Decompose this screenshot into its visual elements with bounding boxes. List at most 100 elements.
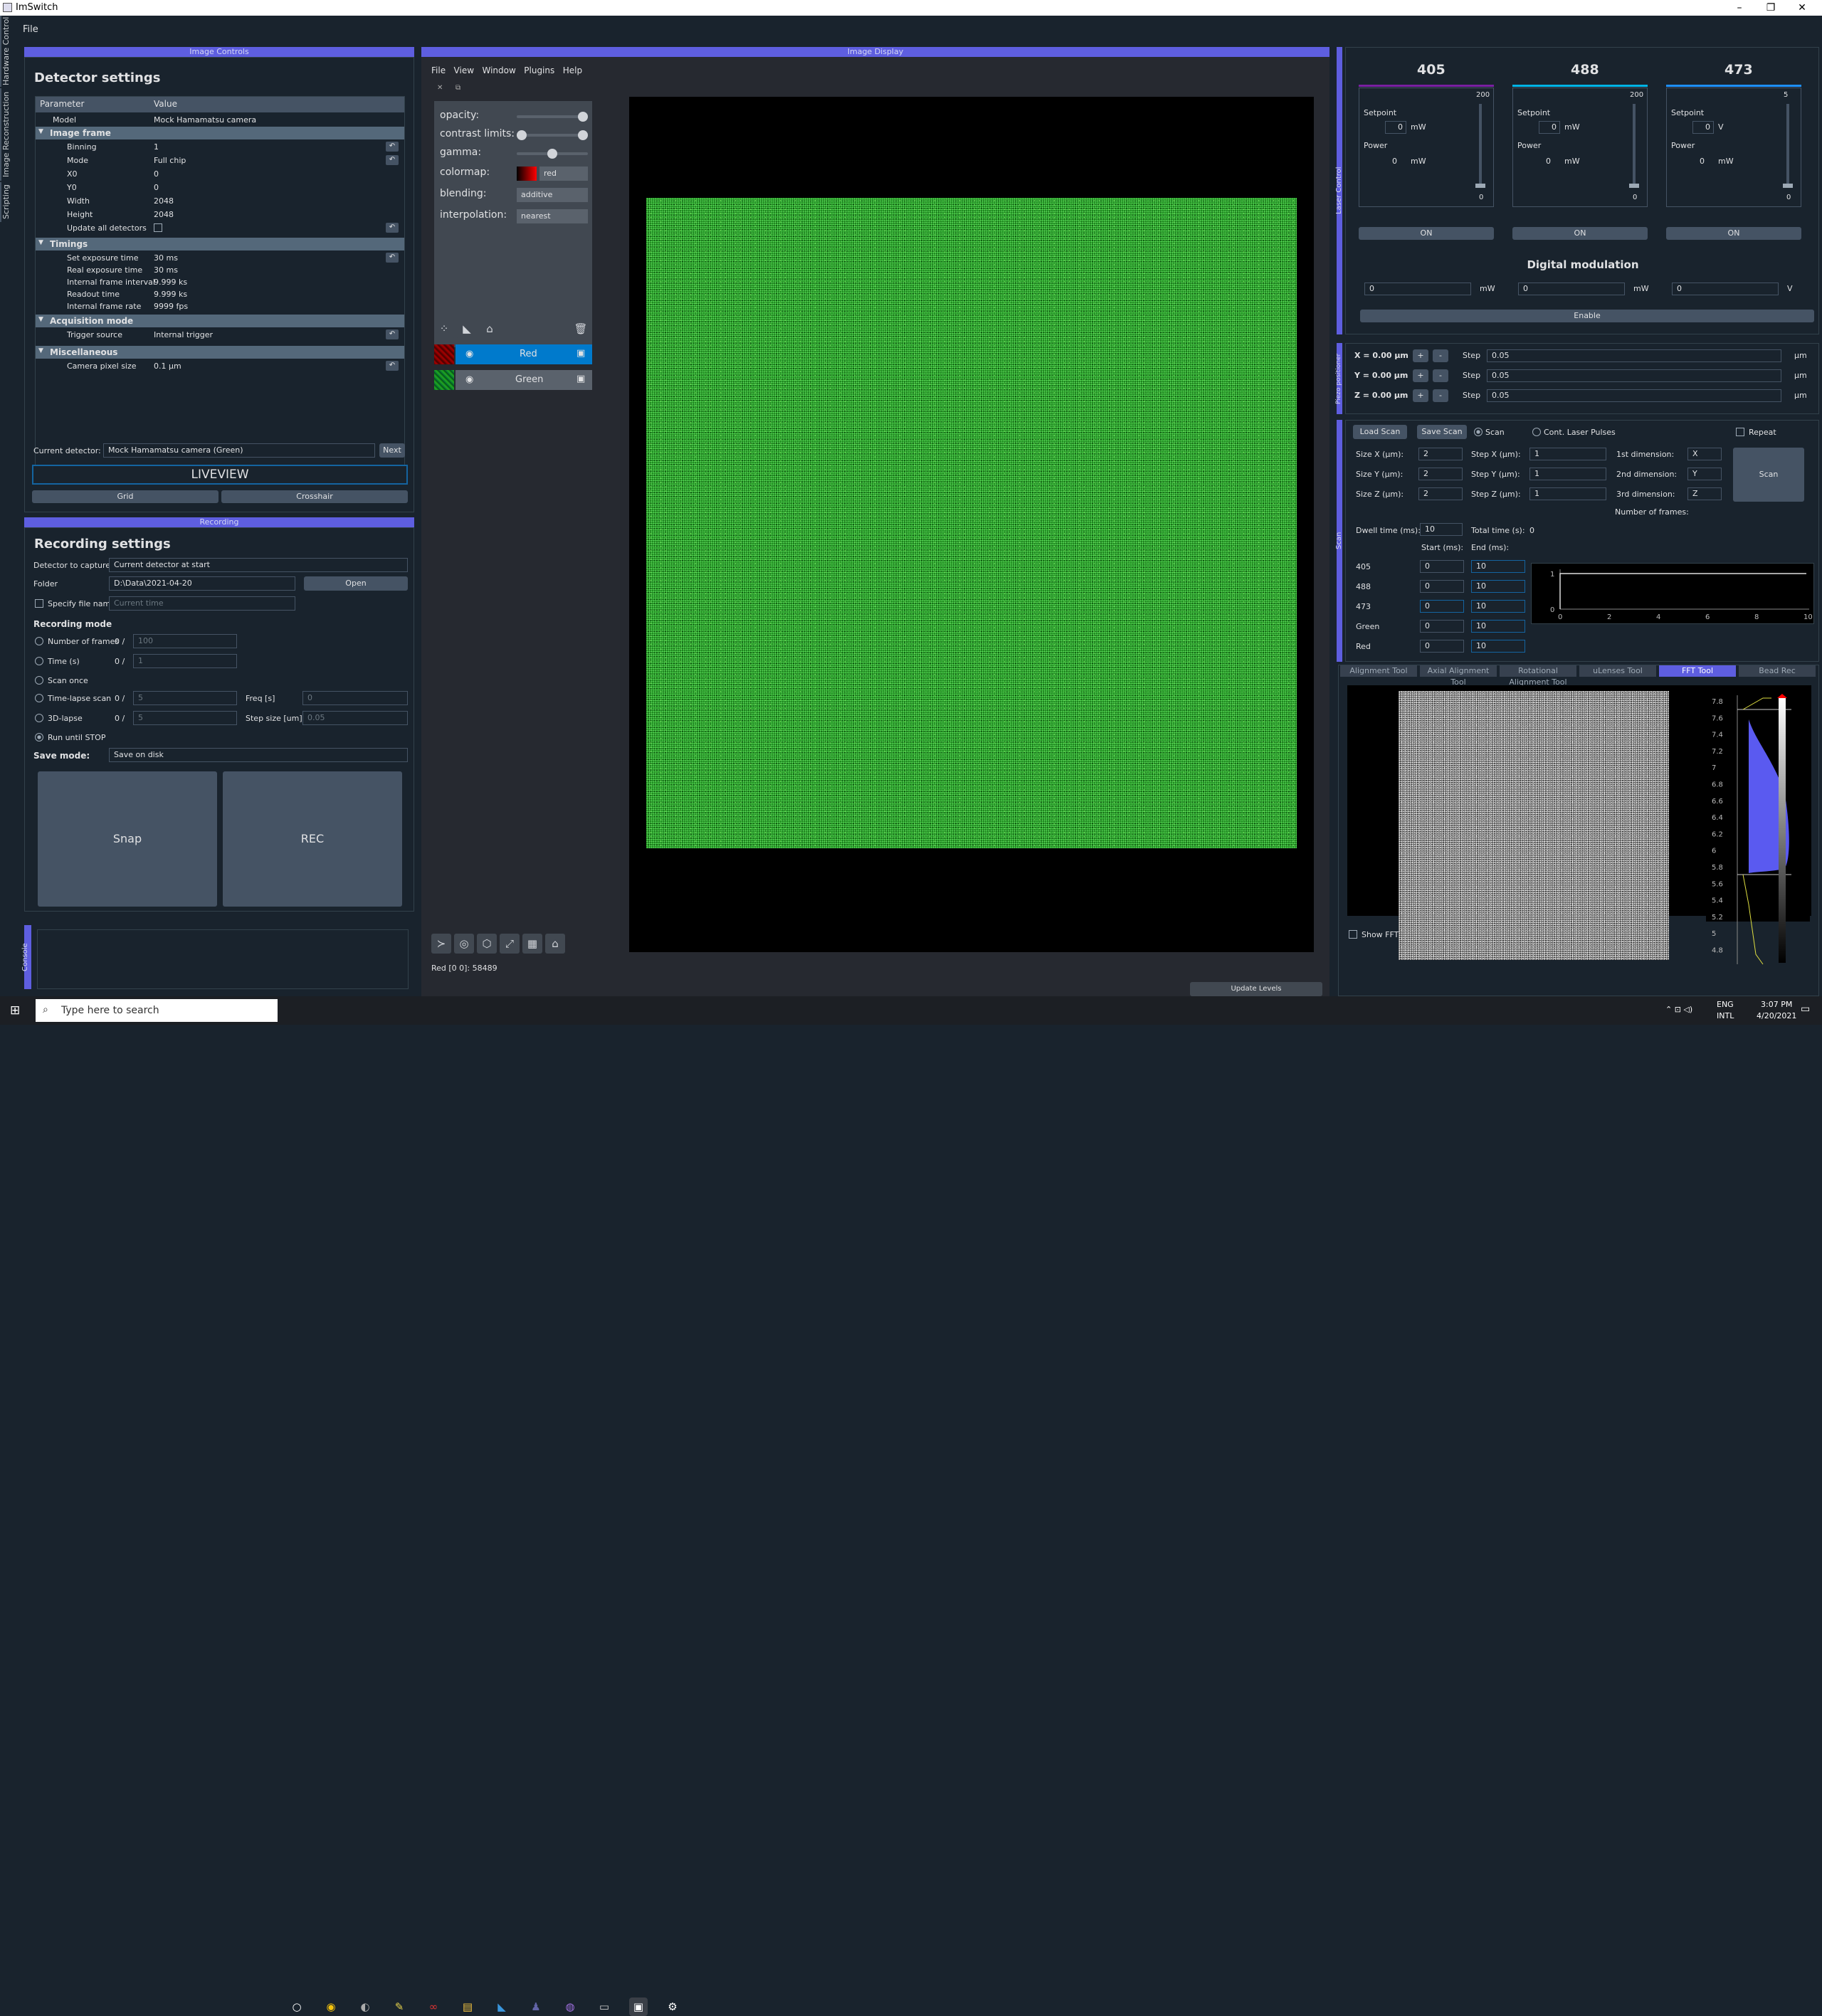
scan-dim-select[interactable]: Y (1687, 468, 1722, 480)
snap-button[interactable]: Snap (38, 771, 217, 907)
group-miscellaneous[interactable]: ▼ Miscellaneous (36, 346, 404, 359)
tree-row[interactable]: Update all detectors ↶ (36, 222, 404, 234)
app-icon[interactable]: ◐ (356, 1997, 374, 2016)
scan-dim-select[interactable]: Z (1687, 487, 1722, 500)
param-value[interactable]: 1 (154, 142, 159, 152)
enable-modulation-button[interactable]: Enable (1360, 310, 1814, 322)
timing-value[interactable]: 30 ms (154, 253, 178, 263)
tree-row[interactable]: Height 2048 (36, 209, 404, 221)
chrome-icon[interactable]: ◉ (322, 1997, 340, 2016)
contrast-slider[interactable] (517, 130, 588, 140)
console-tab[interactable]: Console (21, 925, 36, 989)
dwell-input[interactable]: 10 (1420, 523, 1463, 536)
cortana-icon[interactable]: ○ (288, 1997, 306, 2016)
modulation-input[interactable]: 0 (1518, 283, 1625, 295)
timelapse-input[interactable]: 5 (133, 691, 237, 705)
scan-step-input[interactable]: 1 (1529, 468, 1606, 480)
tree-row[interactable]: Internal frame rate 9999 fps (36, 300, 404, 312)
tool-tab[interactable]: FFT Tool (1659, 665, 1736, 677)
current-detector-select[interactable]: Mock Hamamatsu camera (Green) (103, 443, 375, 458)
home-icon[interactable]: ⌂ (545, 934, 565, 954)
scan-step-input[interactable]: 1 (1529, 487, 1606, 500)
minimize-button[interactable]: – (1725, 0, 1754, 16)
param-value[interactable]: 0 (154, 169, 159, 179)
tree-row[interactable]: X0 0 (36, 168, 404, 180)
piezo-minus-button[interactable]: - (1433, 369, 1448, 382)
reset-icon[interactable]: ↶ (386, 253, 399, 263)
power-slider[interactable] (1783, 104, 1793, 188)
laser-on-button[interactable]: ON (1512, 227, 1648, 240)
eye-icon[interactable]: ◉ (465, 374, 473, 385)
close-button[interactable]: ✕ (1788, 0, 1816, 16)
signal-end-input[interactable]: 10 (1471, 600, 1525, 613)
gamma-knob[interactable] (547, 149, 557, 159)
signal-start-input[interactable]: 0 (1420, 560, 1464, 573)
tree-row[interactable]: Mode Full chip ↶ (36, 154, 404, 167)
load-scan-button[interactable]: Load Scan (1353, 425, 1407, 439)
update-all-checkbox[interactable] (154, 223, 162, 232)
tab-scripting[interactable]: Scripting (0, 182, 14, 222)
timing-value[interactable]: 9.999 ks (154, 278, 187, 287)
param-value[interactable]: Full chip (154, 156, 186, 165)
time-input[interactable]: 1 (133, 654, 237, 668)
modulation-input[interactable]: 0 (1364, 283, 1471, 295)
tree-row-trigger[interactable]: Trigger source Internal trigger ↶ (36, 329, 404, 341)
python-icon[interactable]: ✎ (390, 1997, 409, 2016)
console-area[interactable] (37, 929, 409, 989)
piezo-step-input[interactable]: 0.05 (1487, 389, 1781, 402)
folder-input[interactable]: D:\Data\2021-04-20 (109, 576, 295, 591)
trigger-value[interactable]: Internal trigger (154, 330, 213, 339)
menu-file[interactable]: File (23, 24, 38, 35)
reset-icon[interactable]: ↶ (386, 142, 399, 152)
reset-icon[interactable]: ↶ (386, 223, 399, 233)
tree-row[interactable]: Set exposure time 30 ms ↶ (36, 252, 404, 264)
run-until-stop-radio[interactable] (35, 733, 43, 742)
scan-size-input[interactable]: 2 (1418, 448, 1463, 460)
power-slider-knob[interactable] (1475, 184, 1485, 188)
signal-start-input[interactable]: 0 (1420, 640, 1464, 653)
rec-button[interactable]: REC (223, 771, 402, 907)
napari-menu-plugins[interactable]: Plugins (524, 65, 554, 75)
power-slider[interactable] (1629, 104, 1639, 188)
time-radio[interactable] (35, 657, 43, 665)
lang-eng[interactable]: ENG (1717, 1000, 1734, 1009)
scan-size-input[interactable]: 2 (1418, 487, 1463, 500)
signal-end-input[interactable]: 10 (1471, 560, 1525, 573)
timing-value[interactable]: 9999 fps (154, 302, 188, 311)
detector-capture-select[interactable]: Current detector at start (109, 558, 408, 572)
open-folder-button[interactable]: Open (304, 576, 408, 591)
signal-start-input[interactable]: 0 (1420, 600, 1464, 613)
grid-button[interactable]: Grid (32, 490, 218, 503)
layer-green[interactable]: ◉ Green ▣ (456, 370, 592, 390)
blending-select[interactable]: additive (517, 188, 588, 202)
scan-size-input[interactable]: 2 (1418, 468, 1463, 480)
teams-icon[interactable]: ♟ (527, 1997, 545, 2016)
piezo-step-input[interactable]: 0.05 (1487, 369, 1781, 382)
liveview-button[interactable]: LIVEVIEW (32, 465, 408, 485)
tool-tab[interactable]: uLenses Tool (1579, 665, 1656, 677)
update-levels-button[interactable]: Update Levels (1190, 982, 1322, 996)
tree-row[interactable]: Y0 0 (36, 181, 404, 194)
piezo-step-input[interactable]: 0.05 (1487, 349, 1781, 362)
setpoint-input[interactable]: 0 (1539, 121, 1560, 134)
console-icon[interactable]: ≻ (431, 934, 451, 954)
clock-date[interactable]: 4/20/2021 (1757, 1011, 1796, 1020)
timing-value[interactable]: 30 ms (154, 265, 178, 275)
transpose-icon[interactable]: ⤢ (500, 934, 520, 954)
signal-end-input[interactable]: 10 (1471, 580, 1525, 593)
3d-lapse-radio[interactable] (35, 714, 43, 722)
interpolation-select[interactable]: nearest (517, 209, 588, 223)
github-icon[interactable]: ◍ (561, 1997, 579, 2016)
imswitch-taskbar-icon[interactable]: ▣ (629, 1997, 648, 2016)
reset-icon[interactable]: ↶ (386, 155, 399, 165)
delete-layer-icon[interactable]: 🗑 (571, 319, 591, 339)
layer-red[interactable]: ◉ Red ▣ (456, 344, 592, 364)
windows-start-icon[interactable]: ⊞ (10, 1003, 20, 1018)
clock-time[interactable]: 3:07 PM (1761, 1000, 1792, 1009)
group-acquisition-mode[interactable]: ▼ Acquisition mode (36, 315, 404, 327)
settings-gear-icon[interactable]: ⚙ (663, 1997, 682, 2016)
power-slider-knob[interactable] (1629, 184, 1639, 188)
tray-icons[interactable]: ⌃ ⊡ ◁) (1665, 1005, 1692, 1014)
pixel-value[interactable]: 0.1 µm (154, 361, 181, 371)
close-icon[interactable]: ✕ (437, 84, 443, 92)
